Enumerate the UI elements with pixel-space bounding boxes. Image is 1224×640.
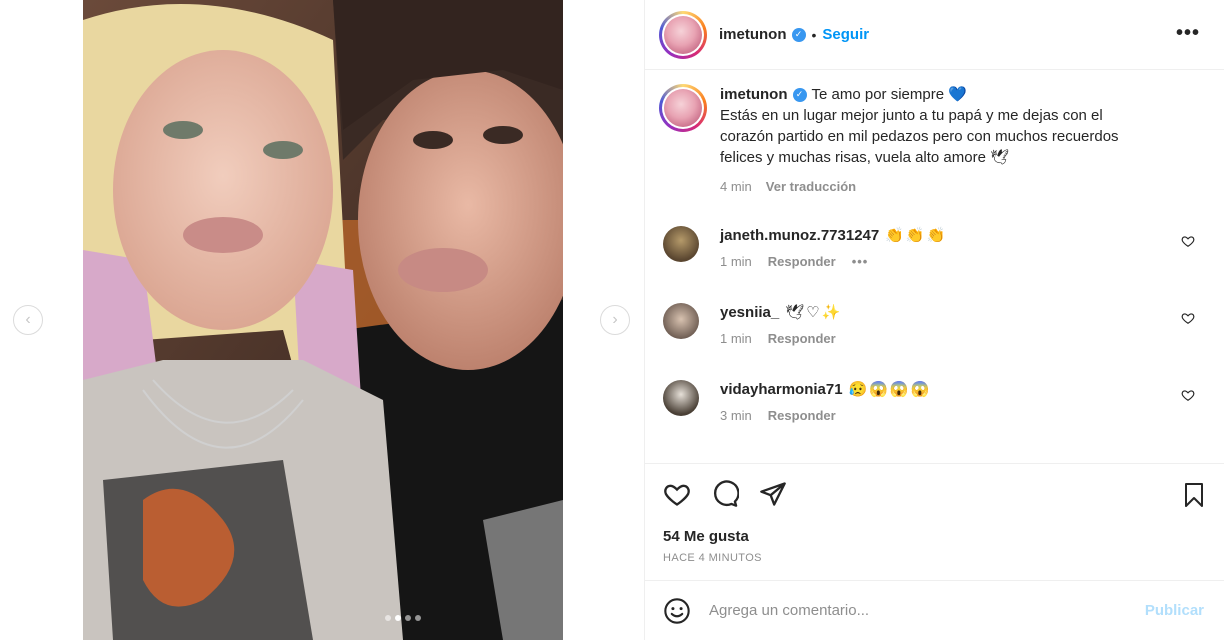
commenter-avatar[interactable] (663, 380, 699, 416)
save-bookmark-icon[interactable] (1182, 482, 1206, 508)
carousel-dot (385, 615, 391, 621)
commenter-username[interactable]: yesniia_ (720, 304, 779, 321)
carousel-dot (415, 615, 421, 621)
reply-button[interactable]: Responder (768, 254, 836, 269)
reply-button[interactable]: Responder (768, 408, 836, 423)
previous-post-button[interactable]: ‹ (13, 305, 43, 335)
like-comment-heart-icon[interactable] (1181, 311, 1195, 325)
selfie-photo-image (83, 0, 563, 640)
publish-button[interactable]: Publicar (1145, 602, 1204, 619)
avatar-border (662, 13, 704, 56)
like-heart-icon[interactable] (663, 480, 691, 508)
comment-item: yesniia_ 🕊♡✨ 1 min Responder (663, 303, 1223, 346)
see-translation-link[interactable]: Ver traducción (766, 176, 856, 197)
carousel-indicator (385, 615, 421, 621)
comment-body: janeth.munoz.7731247 👏👏👏 1 min Responder… (720, 226, 948, 270)
commenter-username[interactable]: janeth.munoz.7731247 (720, 227, 879, 244)
carousel-dot-active (395, 615, 401, 621)
commenter-avatar[interactable] (663, 303, 699, 339)
author-avatar[interactable] (659, 10, 707, 59)
share-paper-plane-icon[interactable] (759, 480, 787, 508)
next-slide-button[interactable]: › (600, 305, 630, 335)
comment-text: 👏👏👏 (885, 227, 948, 244)
follow-button[interactable]: Seguir (822, 26, 869, 43)
blue-heart-emoji: 💙 (948, 86, 967, 103)
caption-username[interactable]: imetunon (720, 84, 788, 105)
comment-item: janeth.munoz.7731247 👏👏👏 1 min Responder… (663, 226, 1223, 269)
post-details-panel: imetunon ✓ • Seguir ••• imetunon ✓ Te am… (645, 0, 1224, 640)
reply-button[interactable]: Responder (768, 331, 836, 346)
like-comment-heart-icon[interactable] (1181, 234, 1195, 248)
verified-badge-icon: ✓ (791, 27, 806, 42)
dove-emoji: 🕊 (990, 149, 1010, 166)
comment-text: 😥😱😱😱 (848, 381, 932, 398)
comment-item: vidayharmonia71 😥😱😱😱 3 min Responder (663, 380, 1223, 423)
post-timestamp: HACE 4 MINUTOS (663, 552, 762, 564)
comment-input[interactable] (709, 602, 1129, 619)
actions-divider (645, 463, 1224, 464)
comment-body: yesniia_ 🕊♡✨ 1 min Responder (720, 303, 843, 347)
caption-avatar[interactable] (659, 84, 707, 132)
more-options-icon[interactable]: ••• (1176, 22, 1200, 45)
caption-body: imetunon ✓ Te amo por siempre 💙 Estás en… (720, 84, 1119, 197)
commenter-username[interactable]: vidayharmonia71 (720, 381, 843, 398)
commenter-avatar[interactable] (663, 226, 699, 262)
comment-options-icon[interactable]: ••• (852, 254, 869, 269)
post-caption: imetunon ✓ Te amo por siempre 💙 Estás en… (659, 84, 1199, 197)
likes-count[interactable]: 54 Me gusta (663, 528, 749, 545)
post-header: imetunon ✓ • Seguir ••• (645, 0, 1224, 70)
comment-time: 1 min (720, 331, 752, 346)
comment-body: vidayharmonia71 😥😱😱😱 3 min Responder (720, 380, 932, 424)
avatar-image (664, 89, 702, 127)
post-actions (663, 480, 787, 508)
caption-text-line-1: Te amo por siempre (811, 86, 945, 103)
carousel-dot (405, 615, 411, 621)
chevron-right-icon: › (612, 311, 618, 328)
caption-text-line-4: felices y muchas risas, vuela alto amore (720, 149, 986, 166)
caption-time: 4 min (720, 179, 752, 194)
avatar-border (662, 87, 704, 129)
chevron-left-icon: ‹ (25, 311, 31, 328)
caption-meta: 4 min Ver traducción (720, 176, 1119, 197)
comment-time: 1 min (720, 254, 752, 269)
instagram-post-view: ‹ › imetunon ✓ • Seguir ••• imetunon ✓ T… (0, 0, 1224, 640)
caption-text-line-3: corazón partido en mil pedazos pero con … (720, 128, 1119, 145)
avatar-image (664, 15, 702, 54)
emoji-picker-icon[interactable] (663, 597, 691, 625)
comment-text: 🕊♡✨ (785, 304, 843, 321)
author-username[interactable]: imetunon (719, 26, 787, 43)
header-separator: • (811, 26, 817, 43)
comment-time: 3 min (720, 408, 752, 423)
verified-badge-icon: ✓ (792, 87, 807, 102)
post-photo[interactable] (83, 0, 563, 640)
media-area: ‹ › (0, 0, 645, 640)
caption-text-line-2: Estás en un lugar mejor junto a tu papá … (720, 107, 1103, 124)
comment-bubble-icon[interactable] (711, 480, 739, 508)
add-comment-bar: Publicar (645, 580, 1224, 640)
like-comment-heart-icon[interactable] (1181, 388, 1195, 402)
